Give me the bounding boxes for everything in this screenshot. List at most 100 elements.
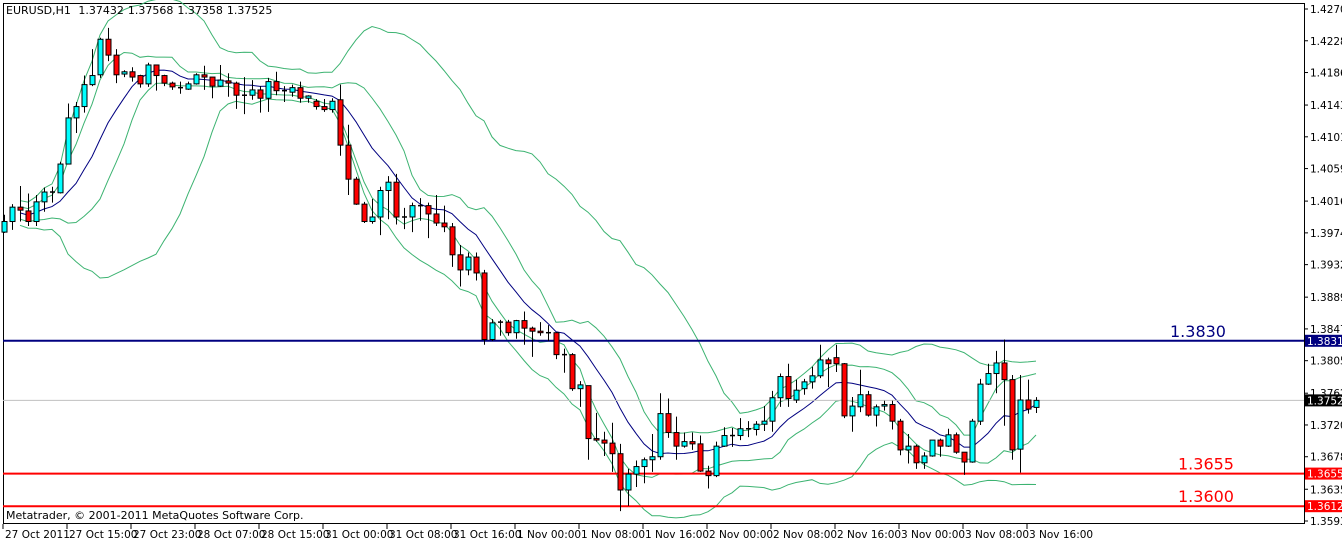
candle-body — [961, 451, 968, 463]
candle-body — [665, 413, 672, 434]
candle-body — [225, 80, 232, 84]
candle-body — [977, 383, 984, 422]
candle-body — [329, 100, 336, 111]
candle-body — [441, 222, 448, 228]
candle-body — [713, 445, 720, 477]
candle-body — [617, 453, 624, 491]
candle-body — [41, 191, 48, 203]
candle — [713, 441, 720, 478]
candle — [481, 269, 488, 345]
time-tick-label: 27 Oct 23:00 — [133, 529, 201, 541]
candle — [929, 439, 936, 457]
candle-body — [161, 75, 168, 84]
level-label: 1.3830 — [1170, 322, 1226, 341]
time-tick-label: 28 Oct 15:00 — [261, 529, 329, 541]
candle-body — [521, 320, 528, 329]
candle-body — [857, 394, 864, 408]
candle-body — [785, 376, 792, 399]
candle-body — [737, 428, 744, 437]
candle-body — [769, 397, 776, 422]
candle-body — [937, 439, 944, 447]
candle-body — [361, 203, 368, 223]
price-tick-label: 1.37200 — [1310, 420, 1342, 432]
price-tick-label: 1.38470 — [1310, 324, 1342, 336]
candle-body — [793, 389, 800, 401]
candle-body — [145, 64, 152, 85]
candle-body — [65, 117, 72, 165]
price-tick-label: 1.35930 — [1310, 516, 1342, 528]
candle — [897, 418, 904, 456]
candle-body — [9, 206, 16, 223]
symbol-timeframe: EURUSD,H1 — [6, 4, 71, 17]
candle-body — [625, 473, 632, 491]
time-tick-label: 31 Oct 00:00 — [325, 529, 393, 541]
price-tick-label: 1.42700 — [1310, 4, 1342, 16]
level-price-label: 1.36126 — [1307, 501, 1342, 513]
price-tick-label: 1.38890 — [1310, 292, 1342, 304]
price-tick-label: 1.36780 — [1310, 452, 1342, 464]
time-tick-label: 3 Nov 08:00 — [965, 529, 1029, 541]
candle-body — [697, 443, 704, 472]
time-tick-label: 2 Nov 08:00 — [773, 529, 837, 541]
time-tick-label: 27 Oct 2011 — [5, 529, 70, 541]
candle-body — [289, 87, 296, 93]
price-tick-label: 1.40160 — [1310, 196, 1342, 208]
price-tick-label: 1.42280 — [1310, 36, 1342, 48]
time-tick-label: 27 Oct 15:00 — [69, 529, 137, 541]
time-tick-label: 31 Oct 08:00 — [389, 529, 457, 541]
candle-body — [137, 75, 144, 85]
time-tick-label: 2 Nov 16:00 — [837, 529, 901, 541]
price-tick-label: 1.40590 — [1310, 164, 1342, 176]
price-chart[interactable]: 1.3830 1.3655 1.3600 1.42700 1.42280 1.41860… — [0, 0, 1342, 541]
copyright-text: Metatrader, © 2001-2011 MetaQuotes Softw… — [6, 509, 304, 522]
candle-body — [73, 106, 80, 119]
candle — [953, 432, 960, 454]
candle-body — [641, 459, 648, 468]
candle-body — [865, 394, 872, 416]
candle-body — [353, 178, 360, 205]
candle-body — [953, 434, 960, 453]
candle-body — [1025, 399, 1032, 410]
candle-body — [505, 321, 512, 334]
candle-body — [337, 99, 344, 146]
candle — [193, 73, 200, 85]
candle-body — [537, 330, 544, 334]
price-tick-label: 1.39740 — [1310, 228, 1342, 240]
time-tick-label: 2 Nov 00:00 — [709, 529, 773, 541]
price-axis[interactable]: 1.42700 1.42280 1.41860 1.41430 1.41010 1.405… — [1304, 3, 1342, 528]
candle — [977, 378, 984, 425]
candle-body — [577, 384, 584, 390]
candle — [353, 176, 360, 205]
candle-body — [129, 71, 136, 78]
time-tick-label: 1 Nov 16:00 — [645, 529, 709, 541]
time-tick-label: 31 Oct 16:00 — [453, 529, 521, 541]
candle-body — [721, 435, 728, 447]
candle-body — [585, 385, 592, 440]
time-tick-label: 3 Nov 00:00 — [901, 529, 965, 541]
time-axis[interactable]: 27 Oct 2011 27 Oct 15:0027 Oct 23:00 28 Oc… — [2, 524, 1093, 541]
candle-body — [481, 272, 488, 341]
candle-body — [369, 216, 376, 223]
candle-body — [817, 359, 824, 377]
candle-body — [633, 466, 640, 475]
candle-body — [569, 354, 576, 390]
candle-body — [89, 75, 96, 86]
price-tick-label: 1.41010 — [1310, 132, 1342, 144]
candle-body — [825, 359, 832, 365]
candle-body — [753, 423, 760, 431]
candle-body — [169, 82, 176, 88]
chart-header: EURUSD,H1 1.37432 1.37568 1.37358 1.37525 — [6, 4, 276, 17]
time-tick-label: 1 Nov 08:00 — [581, 529, 645, 541]
level-label: 1.3600 — [1178, 487, 1234, 506]
candle-body — [433, 213, 440, 224]
candle — [553, 331, 560, 360]
candle-body — [673, 432, 680, 447]
candle-body — [1, 221, 8, 233]
candle-body — [657, 413, 664, 458]
candle-body — [457, 254, 464, 271]
candle-body — [889, 404, 896, 422]
candle-body — [809, 375, 816, 383]
candle — [361, 201, 368, 224]
candle-body — [81, 84, 88, 108]
candle-body — [377, 190, 384, 218]
